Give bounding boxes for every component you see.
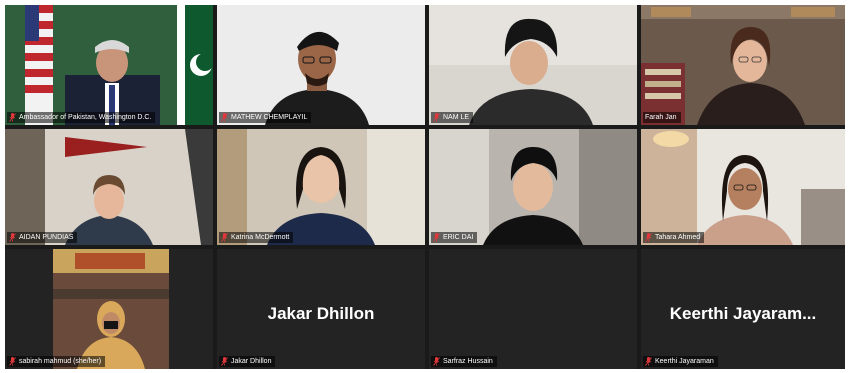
muted-mic-icon <box>433 233 440 242</box>
tile-video-feed <box>217 129 425 245</box>
participant-display-name: Keerthi Jayaram... <box>669 304 817 324</box>
participant-name: NAM LE <box>443 114 470 121</box>
participant-name-tag: Katrina McDermott <box>219 232 294 243</box>
participant-name: AIDAN PUNDIAS <box>19 234 74 241</box>
tile-video-feed <box>429 129 637 245</box>
participant-name: ERIC DAI <box>443 234 474 241</box>
participant-display-name: Jakar Dhillon <box>267 304 375 324</box>
video-tile[interactable]: Katrina McDermott <box>217 129 425 245</box>
tile-video-feed <box>641 5 845 125</box>
muted-mic-icon <box>221 233 228 242</box>
participant-name-tag: Tahara Ahmed <box>643 232 705 243</box>
muted-mic-icon <box>645 233 652 242</box>
participant-name-tag: Jakar Dhillon <box>219 356 276 367</box>
participant-name: MATHEW CHEMPLAYIL <box>231 114 308 121</box>
video-gallery: Ambassador of Pakistan, Washington D.C. … <box>5 5 845 369</box>
video-off-tile[interactable]: Sarfraz Hussain <box>429 249 637 369</box>
muted-mic-icon <box>221 113 228 122</box>
muted-mic-icon <box>433 357 440 366</box>
tile-video-feed <box>5 249 213 369</box>
participant-name-tag: AIDAN PUNDIAS <box>7 232 78 243</box>
video-tile[interactable]: MATHEW CHEMPLAYIL <box>217 5 425 125</box>
participant-name-tag: Sarfraz Hussain <box>431 356 497 367</box>
participant-name: sabirah mahmud (she/her) <box>19 358 102 365</box>
video-tile[interactable]: Tahara Ahmed <box>641 129 845 245</box>
tile-video-feed <box>641 129 845 245</box>
video-tile[interactable]: sabirah mahmud (she/her) <box>5 249 213 369</box>
muted-mic-icon <box>9 233 16 242</box>
tile-video-feed <box>5 5 213 125</box>
participant-name: Farah Jan <box>645 114 677 121</box>
participant-name: Katrina McDermott <box>231 234 290 241</box>
tile-video-feed <box>429 5 637 125</box>
tile-video-feed <box>217 5 425 125</box>
muted-mic-icon <box>9 357 16 366</box>
video-off-tile[interactable]: Jakar Dhillon Jakar Dhillon <box>217 249 425 369</box>
video-tile[interactable]: Ambassador of Pakistan, Washington D.C. <box>5 5 213 125</box>
muted-mic-icon <box>645 357 652 366</box>
muted-mic-icon <box>433 113 440 122</box>
participant-name-tag: Farah Jan <box>643 112 681 123</box>
participant-name-tag: ERIC DAI <box>431 232 478 243</box>
video-tile[interactable]: AIDAN PUNDIAS <box>5 129 213 245</box>
participant-name-tag: Ambassador of Pakistan, Washington D.C. <box>7 112 156 123</box>
participant-name-tag: NAM LE <box>431 112 474 123</box>
participant-name-tag: sabirah mahmud (she/her) <box>7 356 106 367</box>
video-tile-active-speaker[interactable]: Farah Jan <box>641 5 845 125</box>
participant-name: Jakar Dhillon <box>231 358 272 365</box>
tile-video-feed <box>5 129 213 245</box>
participant-name: Keerthi Jayaraman <box>655 358 714 365</box>
video-tile[interactable]: NAM LE <box>429 5 637 125</box>
participant-name: Tahara Ahmed <box>655 234 701 241</box>
video-off-tile[interactable]: Keerthi Jayaram... Keerthi Jayaraman <box>641 249 845 369</box>
participant-name: Ambassador of Pakistan, Washington D.C. <box>19 114 152 121</box>
participant-name-tag: MATHEW CHEMPLAYIL <box>219 112 312 123</box>
participant-name-tag: Keerthi Jayaraman <box>643 356 718 367</box>
muted-mic-icon <box>9 113 16 122</box>
participant-name: Sarfraz Hussain <box>443 358 493 365</box>
video-tile[interactable]: ERIC DAI <box>429 129 637 245</box>
muted-mic-icon <box>221 357 228 366</box>
